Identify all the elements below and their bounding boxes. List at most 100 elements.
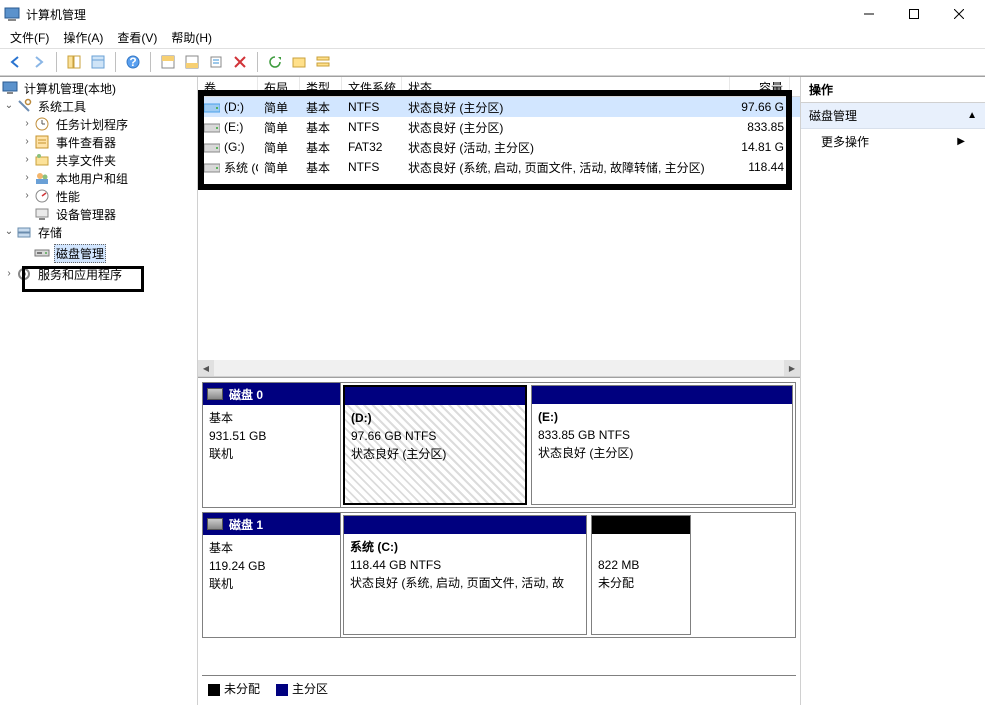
view-bottom-button[interactable] xyxy=(181,51,203,73)
part-e-label: (E:) xyxy=(538,410,558,424)
expand-icon[interactable]: › xyxy=(22,119,32,129)
menu-view[interactable]: 查看(V) xyxy=(111,28,163,47)
properties-button[interactable] xyxy=(87,51,109,73)
disk-row-1[interactable]: 磁盘 1 基本 119.24 GB 联机 系统 (C:) 118.44 GB N… xyxy=(202,512,796,638)
legend-swatch-primary xyxy=(276,684,288,696)
vol-fs-cell: FAT32 xyxy=(342,140,402,154)
minimize-button[interactable] xyxy=(846,0,891,28)
col-volume[interactable]: 卷 xyxy=(198,77,258,96)
volume-row[interactable]: (G:)简单基本FAT32状态良好 (活动, 主分区)14.81 G xyxy=(198,137,800,157)
drive-icon xyxy=(204,102,220,114)
volume-row[interactable]: 系统 (C:)简单基本NTFS状态良好 (系统, 启动, 页面文件, 活动, 故… xyxy=(198,157,800,177)
close-button[interactable] xyxy=(936,0,981,28)
tree-users[interactable]: › 本地用户和组 xyxy=(2,169,197,187)
tree-perf[interactable]: › 性能 xyxy=(2,187,197,205)
partition-e[interactable]: (E:) 833.85 GB NTFS 状态良好 (主分区) xyxy=(531,385,793,505)
chevron-right-icon: ▶ xyxy=(957,136,965,147)
col-capacity[interactable]: 容量 xyxy=(730,77,790,96)
vol-name-cell: 系统 (C:) xyxy=(198,159,258,176)
sharedfolder-icon xyxy=(34,152,50,168)
forward-button[interactable] xyxy=(28,51,50,73)
disk1-name: 磁盘 1 xyxy=(229,516,263,533)
partition-header xyxy=(344,516,586,534)
disk-row-0[interactable]: 磁盘 0 基本 931.51 GB 联机 (D:) 97.66 GB NTFS … xyxy=(202,382,796,508)
scroll-left-icon[interactable]: ◀ xyxy=(198,360,214,376)
more-actions-item[interactable]: 更多操作 ▶ xyxy=(801,129,985,154)
collapse-icon[interactable]: ⌄ xyxy=(4,227,14,237)
tree-root[interactable]: 计算机管理(本地) xyxy=(2,79,197,97)
menu-file[interactable]: 文件(F) xyxy=(4,28,55,47)
col-type[interactable]: 类型 xyxy=(300,77,342,96)
back-button[interactable] xyxy=(4,51,26,73)
perf-icon xyxy=(34,188,50,204)
collapse-icon[interactable]: ⌄ xyxy=(4,101,14,111)
show-hide-tree-button[interactable] xyxy=(63,51,85,73)
disk-list-button[interactable] xyxy=(312,51,334,73)
part-d-state: 状态良好 (主分区) xyxy=(351,447,446,461)
disk0-type: 基本 xyxy=(209,409,334,427)
drive-icon xyxy=(204,162,220,174)
tree-shared[interactable]: › 共享文件夹 xyxy=(2,151,197,169)
expand-icon[interactable]: › xyxy=(22,191,32,201)
tools-icon xyxy=(16,98,32,114)
vol-name-cell: (G:) xyxy=(198,140,258,154)
tree-devmgr[interactable]: 设备管理器 xyxy=(2,205,197,223)
tree-events[interactable]: › 事件查看器 xyxy=(2,133,197,151)
help-button[interactable]: ? xyxy=(122,51,144,73)
users-icon xyxy=(34,170,50,186)
tree-storage[interactable]: ⌄ 存储 xyxy=(2,223,197,241)
partition-c[interactable]: 系统 (C:) 118.44 GB NTFS 状态良好 (系统, 启动, 页面文… xyxy=(343,515,587,635)
disk1-info[interactable]: 磁盘 1 基本 119.24 GB 联机 xyxy=(203,513,341,637)
volume-list[interactable]: 卷 布局 类型 文件系统 状态 容量 (D:)简单基本NTFS状态良好 (主分区… xyxy=(198,77,800,377)
expand-icon[interactable]: › xyxy=(22,137,32,147)
part-unalloc-detail: 822 MB xyxy=(598,558,639,572)
actions-pane: 操作 磁盘管理 ▲ 更多操作 ▶ xyxy=(801,77,985,705)
settings-button[interactable] xyxy=(205,51,227,73)
expand-icon[interactable]: › xyxy=(4,269,14,279)
tree-storage-label: 存储 xyxy=(36,224,64,241)
tree-diskmgmt-label: 磁盘管理 xyxy=(54,244,106,263)
vol-layout-cell: 简单 xyxy=(258,159,300,176)
volume-scrollbar[interactable]: ◀ ▶ xyxy=(198,360,800,376)
tree-systools[interactable]: ⌄ 系统工具 xyxy=(2,97,197,115)
partition-header xyxy=(592,516,690,534)
vol-name-cell: (E:) xyxy=(198,120,258,134)
col-status[interactable]: 状态 xyxy=(402,77,730,96)
maximize-button[interactable] xyxy=(891,0,936,28)
titlebar: 计算机管理 xyxy=(0,0,985,28)
partition-unalloc[interactable]: 822 MB 未分配 xyxy=(591,515,691,635)
scroll-track[interactable] xyxy=(214,360,784,376)
tree-diskmgmt[interactable]: 磁盘管理 xyxy=(2,244,197,262)
scroll-right-icon[interactable]: ▶ xyxy=(784,360,800,376)
view-top-button[interactable] xyxy=(157,51,179,73)
menu-action[interactable]: 操作(A) xyxy=(57,28,109,47)
vol-cap-cell: 97.66 G xyxy=(730,100,790,114)
col-layout[interactable]: 布局 xyxy=(258,77,300,96)
actions-section-diskmgmt[interactable]: 磁盘管理 ▲ xyxy=(801,103,985,129)
delete-button[interactable] xyxy=(229,51,251,73)
collapse-icon[interactable]: ▲ xyxy=(967,110,977,121)
vol-layout-cell: 简单 xyxy=(258,99,300,116)
disk1-status: 联机 xyxy=(209,575,334,593)
col-fs[interactable]: 文件系统 xyxy=(342,77,402,96)
partition-header xyxy=(532,386,792,404)
expand-icon[interactable]: › xyxy=(22,173,32,183)
partition-d[interactable]: (D:) 97.66 GB NTFS 状态良好 (主分区) xyxy=(343,385,527,505)
volume-list-header[interactable]: 卷 布局 类型 文件系统 状态 容量 xyxy=(198,77,800,97)
vol-cap-cell: 833.85 xyxy=(730,120,790,134)
vol-status-cell: 状态良好 (主分区) xyxy=(402,119,730,136)
toolbar-separator xyxy=(115,52,116,72)
volume-row[interactable]: (E:)简单基本NTFS状态良好 (主分区)833.85 xyxy=(198,117,800,137)
disk0-info[interactable]: 磁盘 0 基本 931.51 GB 联机 xyxy=(203,383,341,507)
tree-services[interactable]: › 服务和应用程序 xyxy=(2,265,197,283)
rescan-button[interactable] xyxy=(288,51,310,73)
legend: 未分配 主分区 xyxy=(202,675,796,701)
tree-tasks[interactable]: › 任务计划程序 xyxy=(2,115,197,133)
menu-help[interactable]: 帮助(H) xyxy=(165,28,218,47)
volume-row[interactable]: (D:)简单基本NTFS状态良好 (主分区)97.66 G xyxy=(198,97,800,117)
navigation-tree[interactable]: 计算机管理(本地) ⌄ 系统工具 › 任务计划程序 › 事件查看器 › 共享文件… xyxy=(0,77,198,705)
tree-events-label: 事件查看器 xyxy=(54,134,118,151)
tree-systools-label: 系统工具 xyxy=(36,98,88,115)
expand-icon[interactable]: › xyxy=(22,155,32,165)
refresh-button[interactable] xyxy=(264,51,286,73)
